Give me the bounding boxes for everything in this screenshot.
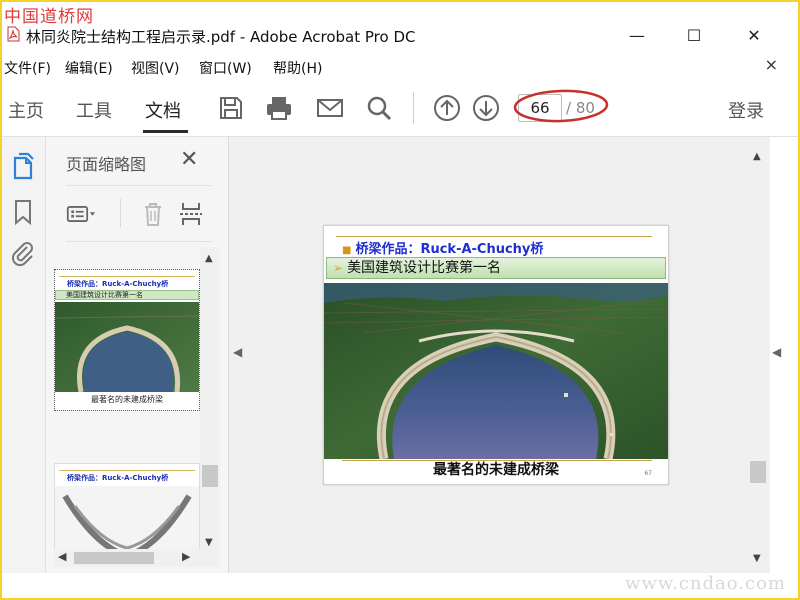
menu-close-icon[interactable]: × <box>765 55 778 74</box>
panel-close-icon[interactable]: ✕ <box>180 147 198 172</box>
panel-title: 页面缩略图 <box>66 155 147 174</box>
window-title: 林同炎院士结构工程启示录.pdf - Adobe Acrobat Pro DC <box>26 28 416 46</box>
tab-home[interactable]: 主页 <box>8 97 44 123</box>
scrollbar-thumb[interactable] <box>202 465 218 487</box>
pdf-app-icon <box>7 26 20 42</box>
main-toolbar: 主页 工具 文档 登录 <box>2 80 798 137</box>
thumbnails-panel: 页面缩略图 ✕ 桥梁作品：Ruck-A-Chuchy桥 美国建筑设计比赛第一名 <box>46 137 229 573</box>
mail-icon[interactable] <box>315 94 345 122</box>
scroll-up-icon[interactable]: ▲ <box>205 253 213 264</box>
thumb-banner-2: 桥梁作品：Ruck-A-Chuchy桥 <box>59 470 195 483</box>
panel-divider-2 <box>66 241 212 242</box>
page-subtitle: ➢ 美国建筑设计比赛第一名 <box>326 257 666 279</box>
scroll-right-icon[interactable]: ▶ <box>182 550 190 563</box>
panel-toolbar-separator <box>120 199 121 227</box>
previous-page-icon[interactable] <box>432 94 462 122</box>
menu-bar: 文件(F) 编辑(E) 视图(V) 窗口(W) 帮助(H) × <box>2 54 798 78</box>
page-subtitle-text: 美国建筑设计比赛第一名 <box>347 260 502 276</box>
collapse-right-panel-icon[interactable]: ◀ <box>772 345 781 359</box>
thumbnail-hscrollbar[interactable]: ◀ ▶ <box>54 549 200 567</box>
login-link[interactable]: 登录 <box>728 97 764 123</box>
maximize-button[interactable]: ☐ <box>679 24 709 46</box>
bridge-aerial-photo <box>324 283 668 459</box>
pdf-page: ■ 桥梁作品：Ruck-A-Chuchy桥 ➢ 美国建筑设计比赛第一名 最著名的未建 <box>323 225 669 485</box>
page-title-text: 桥梁作品：Ruck-A-Chuchy桥 <box>355 242 544 257</box>
panel-divider <box>66 185 212 186</box>
page-title: ■ 桥梁作品：Ruck-A-Chuchy桥 <box>342 238 543 257</box>
page-number-input[interactable]: 66 <box>518 94 562 122</box>
thumb-caption: 最著名的未建成桥梁 <box>91 395 163 404</box>
collapse-left-panel-icon[interactable]: ◀ <box>233 345 242 359</box>
active-tab-indicator <box>143 130 188 133</box>
tab-tools[interactable]: 工具 <box>76 97 112 123</box>
page-caption: 最著名的未建成桥梁 <box>433 462 559 478</box>
extract-pages-icon[interactable] <box>176 199 206 229</box>
menu-help[interactable]: 帮助(H) <box>273 58 322 78</box>
scroll-left-icon[interactable]: ◀ <box>58 550 66 563</box>
thumb-banner: 桥梁作品：Ruck-A-Chuchy桥 <box>59 276 195 289</box>
page-total-label: / 80 <box>566 99 595 117</box>
search-icon[interactable] <box>364 94 394 122</box>
thumbnail-page-66[interactable]: 桥梁作品：Ruck-A-Chuchy桥 美国建筑设计比赛第一名 最著名的未建成桥… <box>54 269 200 411</box>
attachment-icon[interactable] <box>8 239 38 269</box>
title-bar: 林同炎院士结构工程启示录.pdf - Adobe Acrobat Pro DC … <box>2 18 798 52</box>
doc-scroll-up-icon[interactable]: ▲ <box>753 151 761 162</box>
page-footer-number: 67 <box>644 470 652 477</box>
thumbnail-list[interactable]: 桥梁作品：Ruck-A-Chuchy桥 美国建筑设计比赛第一名 最著名的未建成桥… <box>54 247 222 567</box>
document-scrollbar[interactable]: ▲ ▼ <box>748 137 768 573</box>
toolbar-separator <box>413 92 414 124</box>
page-top-rule <box>336 236 652 237</box>
minimize-button[interactable]: — <box>622 24 652 46</box>
print-icon[interactable] <box>264 94 294 122</box>
document-view[interactable]: ◀ ■ 桥梁作品：Ruck-A-Chuchy桥 ➢ 美国建筑设计比赛第一名 最著… <box>229 137 770 573</box>
menu-file[interactable]: 文件(F) <box>4 58 51 78</box>
thumb-title: 桥梁作品：Ruck-A-Chuchy桥 <box>67 280 169 288</box>
menu-window[interactable]: 窗口(W) <box>199 58 252 78</box>
thumbnail-options-icon[interactable] <box>66 199 96 229</box>
thumb-subtitle: 美国建筑设计比赛第一名 <box>55 290 199 300</box>
scroll-down-icon[interactable]: ▼ <box>205 537 213 548</box>
close-window-button[interactable]: ✕ <box>739 24 769 46</box>
save-icon[interactable] <box>216 94 246 122</box>
menu-edit[interactable]: 编辑(E) <box>65 58 113 78</box>
title-bullet-icon: ■ <box>342 245 352 256</box>
next-page-icon[interactable] <box>471 94 501 122</box>
subtitle-arrow-icon: ➢ <box>333 261 344 275</box>
navigation-rail <box>2 137 46 573</box>
thumb-title-2: 桥梁作品：Ruck-A-Chuchy桥 <box>67 474 169 482</box>
tab-document[interactable]: 文档 <box>145 97 181 123</box>
thumbnail-scrollbar[interactable]: ▲ ▼ <box>200 247 220 567</box>
page-thumbnails-icon[interactable] <box>8 151 38 181</box>
delete-page-icon[interactable] <box>138 199 168 229</box>
thumb-bridge-photo <box>55 302 199 392</box>
watermark-top: 中国道桥网 <box>4 7 94 27</box>
menu-view[interactable]: 视图(V) <box>131 58 180 78</box>
doc-scroll-down-icon[interactable]: ▼ <box>753 553 761 564</box>
doc-scrollbar-thumb[interactable] <box>750 461 766 483</box>
hscrollbar-thumb[interactable] <box>74 552 154 564</box>
bookmark-icon[interactable] <box>8 197 38 227</box>
watermark-bottom: www.cndao.com <box>625 573 786 594</box>
